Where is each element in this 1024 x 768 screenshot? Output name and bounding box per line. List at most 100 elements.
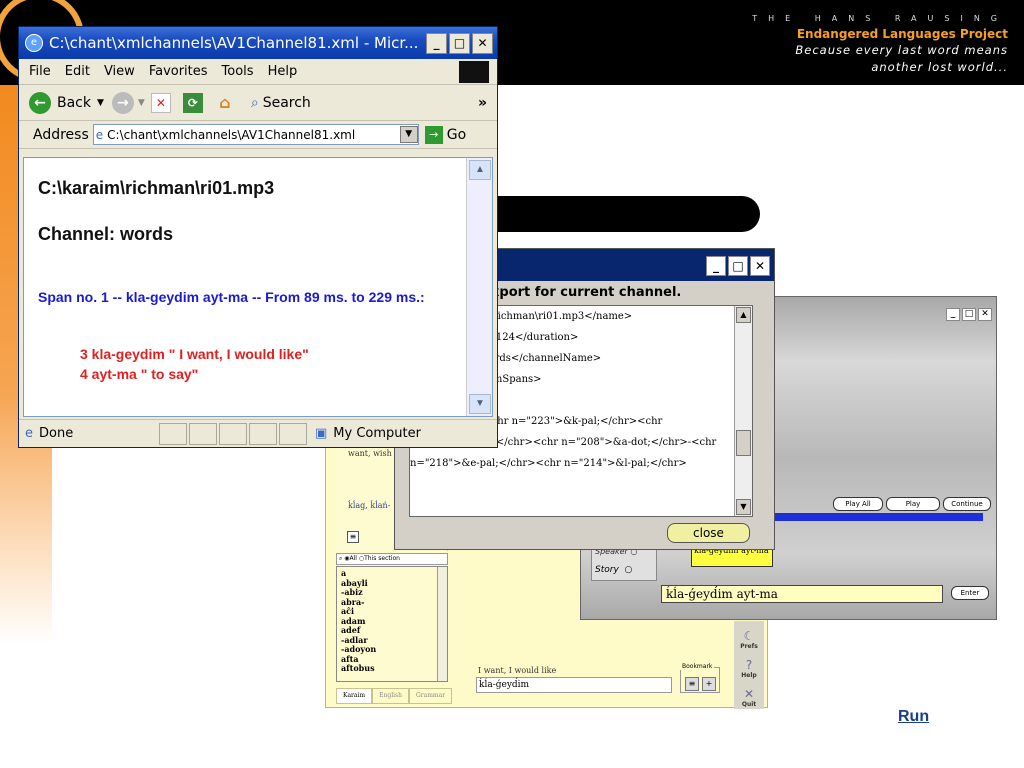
- close-button[interactable]: ✕: [978, 307, 992, 321]
- windows-logo-icon: [459, 61, 489, 83]
- notes-icon[interactable]: ≡: [347, 531, 359, 543]
- list-item[interactable]: abra-: [341, 597, 443, 608]
- forward-arrow-icon[interactable]: →: [111, 91, 134, 114]
- title-pill: [480, 196, 760, 232]
- status-zone: My Computer: [333, 426, 421, 441]
- brand-line-2: Endangered Languages Project: [796, 27, 1008, 41]
- tab-karaim[interactable]: Karaim: [336, 688, 373, 704]
- toolbar-overflow[interactable]: »: [478, 95, 487, 111]
- address-value: C:\chant\xmlchannels\AV1Channel81.xml: [107, 127, 356, 142]
- translation-input[interactable]: ḱĺa-ǵeyd́im: [476, 677, 672, 693]
- quit-button[interactable]: ✕ Quit: [734, 687, 764, 708]
- menu-edit[interactable]: Edit: [65, 64, 90, 79]
- story-option[interactable]: Story ○: [595, 565, 632, 575]
- scroll-down-icon[interactable]: ▼: [469, 394, 491, 414]
- close-button[interactable]: ✕: [750, 256, 770, 276]
- toolbar: ← Back ▼ → ▼ ✕ ⟳ ⌂ ⌕ Search »: [19, 85, 497, 121]
- go-label: Go: [446, 126, 467, 143]
- close-button[interactable]: ✕: [472, 32, 493, 54]
- scroll-down-icon[interactable]: ▼: [736, 499, 751, 515]
- menu-view[interactable]: View: [104, 64, 135, 79]
- address-input[interactable]: e C:\chant\xmlchannels\AV1Channel81.xml …: [92, 124, 419, 145]
- tab-english[interactable]: English: [372, 688, 409, 704]
- brand-block: THE HANS RAUSING Endangered Languages Pr…: [752, 14, 1008, 75]
- brand-line-1: THE HANS RAUSING: [752, 14, 1008, 23]
- status-segment: [219, 422, 247, 445]
- xml-heading: xport for current channel.: [491, 285, 682, 300]
- channel-heading: Channel: words: [38, 224, 174, 244]
- search-icon[interactable]: ⌕: [251, 95, 259, 111]
- vertical-scrollbar[interactable]: ▲ ▼: [466, 158, 492, 416]
- side-toolbar: ☾ Prefs ? Help ✕ Quit: [734, 621, 764, 709]
- menu-favorites[interactable]: Favorites: [149, 64, 208, 79]
- continue-button[interactable]: Continue: [943, 497, 991, 511]
- page-done-icon: e: [25, 426, 33, 441]
- home-icon[interactable]: ⌂: [215, 93, 235, 113]
- maximize-button[interactable]: □: [962, 307, 976, 321]
- translation-label: I want, I would like: [478, 666, 557, 675]
- run-link[interactable]: Run: [898, 708, 929, 726]
- address-label: Address: [33, 126, 89, 143]
- refresh-icon[interactable]: ⟳: [182, 92, 203, 113]
- status-segment: [189, 422, 217, 445]
- help-icon: ?: [745, 658, 753, 672]
- status-done: Done: [39, 426, 74, 441]
- page-icon: e: [95, 127, 104, 142]
- computer-icon: ▣: [315, 426, 328, 441]
- prefs-button[interactable]: ☾ Prefs: [734, 629, 764, 650]
- minimize-button[interactable]: _: [706, 256, 726, 276]
- minimize-button[interactable]: _: [946, 307, 960, 321]
- window-title: C:\chant\xmlchannels\AV1Channel81.xml - …: [49, 34, 419, 52]
- language-tabs: Karaim English Grammar: [336, 688, 466, 704]
- brand-tagline-1: Because every last word means: [795, 43, 1008, 57]
- list-item[interactable]: aftobus: [341, 663, 443, 674]
- annotation-2: 4 ayt-ma " to say": [80, 366, 199, 382]
- entry-headword: ḱĺag, ḱĺań-: [348, 501, 391, 510]
- back-dropdown-icon[interactable]: ▼: [97, 98, 104, 108]
- entry-gloss: want, wish: [348, 449, 392, 458]
- search-button[interactable]: Search: [263, 95, 311, 111]
- back-arrow-icon[interactable]: ←: [29, 91, 51, 114]
- go-button[interactable]: → Go: [424, 125, 467, 144]
- minimize-button[interactable]: _: [426, 32, 447, 54]
- menu-help[interactable]: Help: [268, 64, 298, 79]
- close-button[interactable]: close: [667, 523, 750, 543]
- transcription-input[interactable]: ḱĺa-ǵeyd́im ayt-ma: [661, 585, 943, 603]
- tab-grammar[interactable]: Grammar: [409, 688, 453, 704]
- brand-tagline-2: another lost world...: [871, 60, 1008, 74]
- search-icon: ⌕: [339, 555, 343, 562]
- stop-icon[interactable]: ✕: [150, 92, 171, 113]
- menu-bar: File Edit View Favorites Tools Help: [19, 59, 497, 85]
- quit-icon: ✕: [743, 687, 755, 701]
- status-segment: [249, 422, 277, 445]
- search-all-option[interactable]: All: [350, 555, 357, 562]
- scroll-thumb[interactable]: [736, 430, 751, 456]
- scroll-up-icon[interactable]: ▲: [736, 307, 751, 323]
- enter-button[interactable]: Enter: [951, 586, 989, 600]
- timeline-bar[interactable]: [751, 513, 983, 521]
- xml-scrollbar[interactable]: ▲ ▼: [734, 306, 752, 516]
- address-dropdown-icon[interactable]: ▼: [399, 126, 418, 143]
- span-info: Span no. 1 -- kla-geydim ayt-ma -- From …: [38, 289, 425, 305]
- play-segment-button[interactable]: Play Segment: [886, 497, 940, 520]
- word-list[interactable]: a abayli -abiz abra- aĉi adam adef -adla…: [336, 566, 448, 682]
- menu-tools[interactable]: Tools: [222, 64, 254, 79]
- search-scope[interactable]: ⌕ ◉All ○This section: [336, 553, 448, 565]
- go-arrow-icon: →: [424, 125, 443, 144]
- maximize-button[interactable]: □: [449, 32, 470, 54]
- menu-file[interactable]: File: [29, 64, 51, 79]
- maximize-button[interactable]: □: [728, 256, 748, 276]
- scroll-up-icon[interactable]: ▲: [469, 160, 491, 180]
- back-button[interactable]: Back: [57, 95, 91, 111]
- search-section-option[interactable]: This section: [364, 555, 400, 562]
- ie-titlebar: e C:\chant\xmlchannels\AV1Channel81.xml …: [19, 27, 497, 59]
- bookmark-add-icon[interactable]: +: [702, 677, 716, 691]
- word-list-scrollbar[interactable]: [437, 567, 447, 681]
- status-segment: [159, 422, 187, 445]
- play-all-button[interactable]: Play All: [833, 497, 883, 511]
- bookmark-list-icon[interactable]: ≡: [685, 677, 699, 691]
- status-bar: e Done ▣ My Computer: [19, 419, 497, 447]
- forward-dropdown-icon[interactable]: ▼: [138, 98, 145, 108]
- ie-app-icon: e: [25, 34, 43, 52]
- help-button[interactable]: ? Help: [734, 658, 764, 679]
